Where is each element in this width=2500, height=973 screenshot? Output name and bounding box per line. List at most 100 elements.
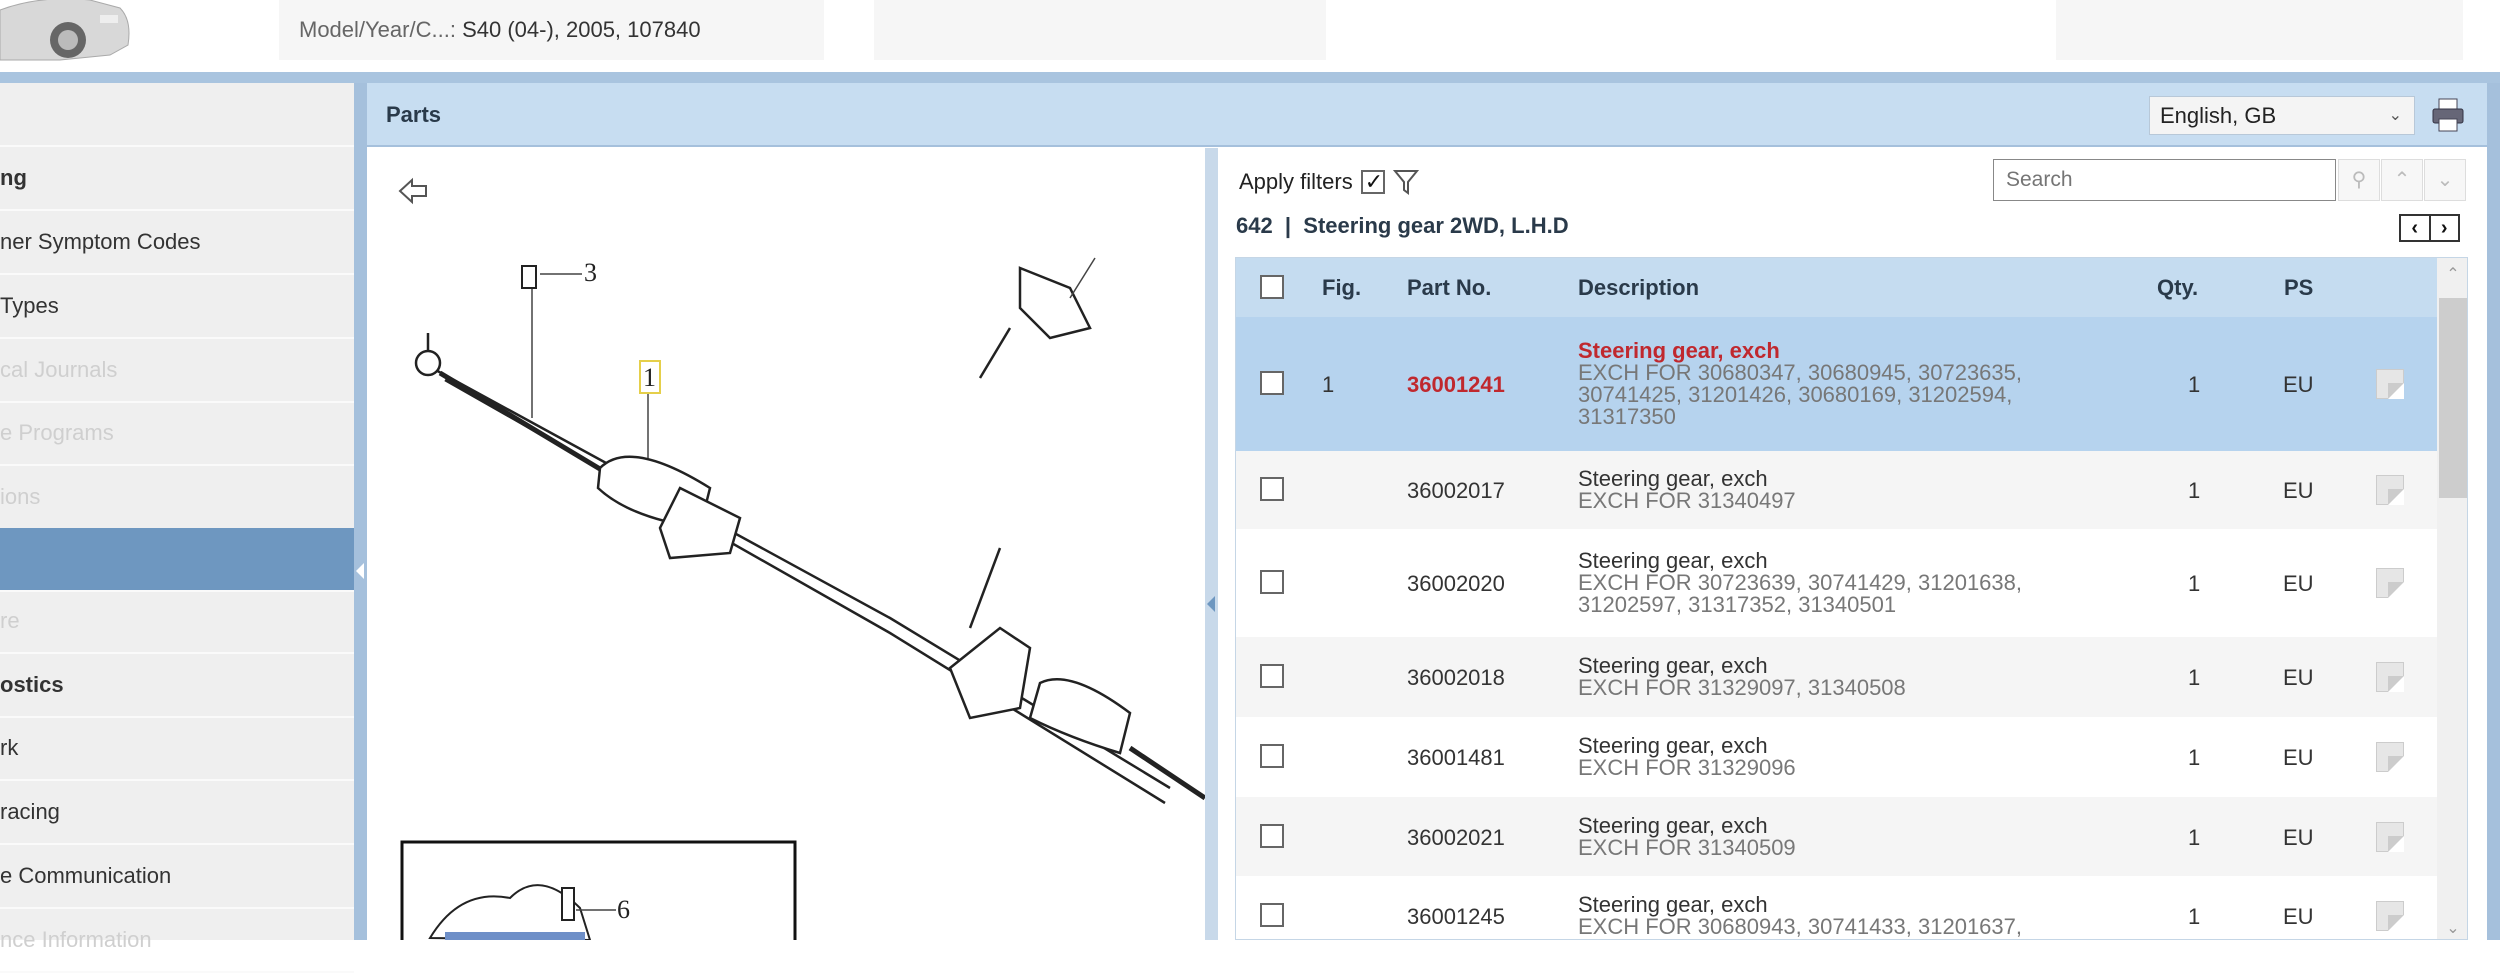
note-icon[interactable]	[2376, 742, 2404, 772]
table-scrollbar[interactable]: ⌃ ⌄	[2437, 258, 2467, 939]
column-description[interactable]: Description	[1578, 258, 1699, 317]
sidebar-item[interactable]: e Communication	[0, 845, 354, 909]
description-detail: EXCH FOR 31329096	[1578, 755, 1796, 780]
table-row[interactable]: 36001245 Steering gear, exch EXCH FOR 3068…	[1236, 876, 2437, 939]
filter-icon[interactable]	[1392, 168, 1419, 196]
parts-table: Fig. Part No. Description Qty. PS 1 36001…	[1235, 257, 2468, 940]
sidebar-item[interactable]	[0, 528, 354, 592]
part-number-cell[interactable]: 36002021	[1407, 825, 1505, 851]
column-fig[interactable]: Fig.	[1322, 258, 1361, 317]
column-qty[interactable]: Qty.	[2157, 258, 2198, 317]
parts-panel-header: Parts English, GB ⌄	[367, 83, 2487, 147]
row-checkbox[interactable]	[1260, 903, 1284, 927]
note-icon[interactable]	[2376, 821, 2404, 852]
note-icon[interactable]	[2376, 662, 2404, 692]
column-part-no[interactable]: Part No.	[1407, 258, 1491, 317]
sidebar-item[interactable]: ner Symptom Codes	[0, 211, 354, 275]
sidebar-item-label: ions	[0, 484, 41, 509]
apply-filters: Apply filters	[1239, 168, 1419, 196]
sidebar-item[interactable]: racing	[0, 781, 354, 845]
qty-cell: 1	[2188, 571, 2201, 596]
row-checkbox[interactable]	[1260, 823, 1284, 848]
search-prev-button[interactable]: ⌃	[2381, 159, 2423, 201]
sidebar-item[interactable]: cal Journals	[0, 339, 354, 403]
sidebar-item[interactable]: ng	[0, 147, 354, 211]
description-cell: Steering gear, exch EXCH FOR 31340509	[1578, 814, 1796, 859]
description-detail: EXCH FOR 31329097, 31340508	[1578, 675, 1906, 700]
panel-title: Parts	[386, 102, 442, 127]
sidebar-item-label: e Communication	[0, 863, 172, 888]
ps-cell: EU	[2283, 571, 2314, 596]
scroll-up-icon[interactable]: ⌃	[2437, 264, 2467, 284]
part-number-cell[interactable]: 36001241	[1407, 372, 1505, 398]
description-cell: Steering gear, exch EXCH FOR 30680347, 30…	[1578, 340, 2022, 428]
sidebar-item-label: e Programs	[0, 420, 114, 445]
chevron-down-icon: ⌄	[2436, 169, 2454, 191]
scrollbar-thumb[interactable]	[2439, 298, 2467, 498]
sidebar-splitter[interactable]	[354, 83, 367, 940]
ps-cell: EU	[2283, 745, 2314, 770]
row-checkbox[interactable]	[1260, 664, 1284, 688]
callout-1[interactable]: 1	[643, 363, 656, 392]
previous-group-button[interactable]: ‹	[2401, 216, 2429, 240]
sidebar-item[interactable]: ions	[0, 466, 354, 530]
language-select[interactable]: English, GB ⌄	[2149, 96, 2415, 135]
part-number-cell[interactable]: 36002017	[1407, 478, 1505, 504]
description-title: Steering gear, exch	[1578, 466, 1768, 491]
search-icon: ⚲	[2351, 169, 2367, 191]
row-checkbox[interactable]	[1260, 570, 1284, 594]
apply-filters-checkbox[interactable]	[1360, 168, 1385, 196]
column-ps[interactable]: PS	[2284, 258, 2313, 317]
table-row[interactable]: 36002018 Steering gear, exch EXCH FOR 3132…	[1236, 637, 2437, 717]
table-row[interactable]: 36001481 Steering gear, exch EXCH FOR 3132…	[1236, 717, 2437, 797]
sidebar-item[interactable]: ostics	[0, 654, 354, 718]
table-row[interactable]: 36002021 Steering gear, exch EXCH FOR 3134…	[1236, 797, 2437, 876]
table-row[interactable]: 1 36001241 Steering gear, exch EXCH FOR 306…	[1236, 317, 2437, 451]
pane-splitter[interactable]	[1205, 148, 1218, 940]
callout-3[interactable]: 3	[584, 258, 597, 287]
sidebar-item[interactable]: rk	[0, 717, 354, 781]
note-icon[interactable]	[2376, 475, 2404, 505]
note-icon[interactable]	[2376, 568, 2404, 598]
note-icon[interactable]	[2376, 369, 2404, 399]
parts-diagram[interactable]: 3 1 6	[370, 148, 1207, 954]
part-number-cell[interactable]: 36002020	[1407, 571, 1505, 597]
select-all-checkbox[interactable]	[1260, 275, 1284, 299]
sidebar-item[interactable]: re	[0, 590, 354, 654]
print-icon[interactable]	[2431, 97, 2465, 133]
collapse-diagram-icon[interactable]	[1207, 596, 1215, 612]
callout-6[interactable]: 6	[617, 895, 630, 924]
sidebar-item[interactable]: e Programs	[0, 402, 354, 466]
collapse-left-icon[interactable]	[356, 563, 364, 579]
row-checkbox[interactable]	[1260, 371, 1284, 395]
sidebar-item[interactable]	[0, 83, 354, 147]
description-cell: Steering gear, exch EXCH FOR 31340497	[1578, 468, 1796, 512]
row-checkbox[interactable]	[1260, 744, 1284, 768]
part-number-cell[interactable]: 36002018	[1407, 665, 1505, 691]
description-detail: EXCH FOR 30680347, 30680945, 30723635, 3…	[1578, 360, 2022, 429]
search-input[interactable]	[1993, 159, 2336, 201]
top-header: Model/Year/C...: S40 (04-), 2005, 107840	[0, 0, 2500, 72]
search-next-button[interactable]: ⌄	[2424, 159, 2466, 201]
scroll-down-icon[interactable]: ⌄	[2437, 918, 2467, 938]
part-number-cell[interactable]: 36001481	[1407, 745, 1505, 771]
note-icon[interactable]	[2376, 901, 2404, 931]
sidebar-item[interactable]: nce Information	[0, 909, 354, 973]
qty-cell: 1	[2188, 904, 2201, 929]
next-group-button[interactable]: ›	[2428, 216, 2459, 240]
search-button[interactable]: ⚲	[2338, 159, 2380, 201]
part-number-cell[interactable]: 36001245	[1407, 904, 1505, 930]
sidebar-item-label: rk	[0, 735, 19, 760]
row-checkbox[interactable]	[1260, 477, 1284, 501]
description-title: Steering gear, exch	[1578, 338, 1780, 363]
sidebar-item-label: Types	[0, 293, 59, 318]
table-row[interactable]: 36002017 Steering gear, exch EXCH FOR 3134…	[1236, 451, 2437, 529]
qty-cell: 1	[2188, 478, 2201, 503]
parts-list-pane: Apply filters ⚲ ⌃ ⌄ 642 | Steering gear …	[1218, 148, 2487, 940]
ps-cell: EU	[2283, 824, 2314, 850]
table-row[interactable]: 36002020 Steering gear, exch EXCH FOR 3072…	[1236, 529, 2437, 637]
sidebar-item[interactable]: Types	[0, 275, 354, 339]
panel-border	[2487, 83, 2500, 940]
vehicle-model-info: Model/Year/C...: S40 (04-), 2005, 107840	[279, 0, 824, 60]
back-arrow-icon[interactable]	[398, 177, 427, 205]
